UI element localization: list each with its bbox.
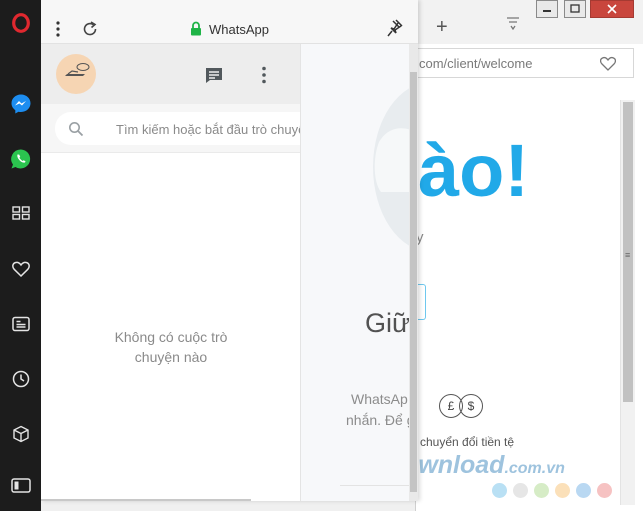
bookmarks-heart-icon[interactable] — [9, 257, 32, 280]
intro-text-line-1: WhatsAp — [351, 391, 408, 407]
heart-icon[interactable] — [600, 56, 616, 71]
opera-sidebar — [0, 0, 41, 511]
search-icon — [69, 122, 84, 137]
search-bar: Tìm kiếm hoặc bắt đầu trò chuyện — [41, 104, 301, 153]
messenger-icon[interactable] — [9, 92, 32, 115]
lock-icon — [191, 21, 201, 36]
empty-line-2: chuyện nào — [134, 349, 208, 365]
search-input[interactable]: Tìm kiếm hoặc bắt đầu trò chuyện — [55, 112, 301, 145]
new-tab-button[interactable]: + — [436, 16, 448, 39]
pin-icon[interactable] — [387, 19, 403, 37]
empty-chat-message: Không có cuộc trò chuyện nào — [41, 327, 300, 367]
news-icon[interactable] — [9, 312, 32, 335]
panel-scrollbar[interactable] — [409, 44, 418, 501]
history-clock-icon[interactable] — [9, 367, 32, 390]
background-browser-window: + com/client/welcome ào! y £ $ chuyển đổ… — [415, 0, 643, 511]
panel-titlebar: WhatsApp — [41, 0, 418, 44]
chat-list-header — [41, 44, 300, 104]
watermark-dot — [534, 483, 549, 498]
empty-line-1: Không có cuộc trò — [114, 329, 228, 345]
maximize-button[interactable] — [564, 0, 586, 18]
headline-text: ào! — [418, 129, 529, 212]
currency-label: chuyển đổi tiền tệ — [420, 435, 515, 449]
intro-text-line-2: nhắn. Để g — [346, 412, 409, 428]
watermark-dot — [576, 483, 591, 498]
menu-icon[interactable] — [261, 66, 267, 84]
watermark-dot — [555, 483, 570, 498]
background-tabbar: + — [416, 0, 643, 44]
background-page-content: ào! y £ $ chuyển đổi tiền tệ Download.co… — [416, 88, 629, 511]
address-bar[interactable]: com/client/welcome — [416, 48, 634, 78]
whatsapp-icon[interactable] — [9, 147, 32, 170]
watermark-suffix: .com.vn — [504, 460, 565, 477]
chat-list-pane: Tìm kiếm hoặc bắt đầu trò chuyện Không c… — [41, 44, 301, 501]
more-vertical-icon[interactable] — [55, 21, 61, 37]
intro-heading: Giữ — [365, 308, 409, 338]
sidebar-toggle-icon[interactable] — [9, 474, 32, 497]
opera-logo-icon[interactable] — [9, 11, 32, 34]
horizontal-scrollbar[interactable] — [41, 499, 251, 501]
phone-illustration — [373, 88, 409, 246]
panel-scrollbar-thumb[interactable] — [410, 72, 417, 492]
new-chat-icon[interactable] — [204, 66, 224, 84]
minimize-button[interactable] — [536, 0, 558, 18]
intro-pane: Giữ WhatsAp nhắn. Để g — [301, 44, 409, 501]
search-placeholder: Tìm kiếm hoặc bắt đầu trò chuyện — [116, 122, 301, 137]
panel-title: WhatsApp — [209, 22, 269, 37]
reload-icon[interactable] — [81, 20, 99, 38]
watermark-dots — [492, 483, 612, 498]
address-url: com/client/welcome — [419, 56, 533, 71]
close-button[interactable] — [590, 0, 634, 18]
background-scrollbar[interactable]: ≡ — [620, 100, 635, 505]
download-watermark: Download.com.vn — [416, 451, 565, 480]
watermark-text: Download — [416, 451, 505, 479]
whatsapp-panel: WhatsApp Tìm kiếm hoặc bắt đầu trò chuyệ… — [41, 0, 418, 501]
divider — [340, 485, 409, 486]
tab-menu-icon[interactable] — [506, 16, 520, 30]
watermark-dot — [597, 483, 612, 498]
avatar[interactable] — [56, 54, 96, 94]
dollar-symbol: $ — [459, 394, 483, 418]
scroll-grip-icon: ≡ — [625, 250, 631, 260]
speed-dial-icon[interactable] — [9, 201, 32, 224]
extensions-cube-icon[interactable] — [9, 422, 32, 445]
currency-icon: £ $ — [439, 394, 485, 418]
screen: + com/client/welcome ào! y £ $ chuyển đổ… — [0, 0, 643, 511]
watermark-dot — [513, 483, 528, 498]
watermark-dot — [492, 483, 507, 498]
